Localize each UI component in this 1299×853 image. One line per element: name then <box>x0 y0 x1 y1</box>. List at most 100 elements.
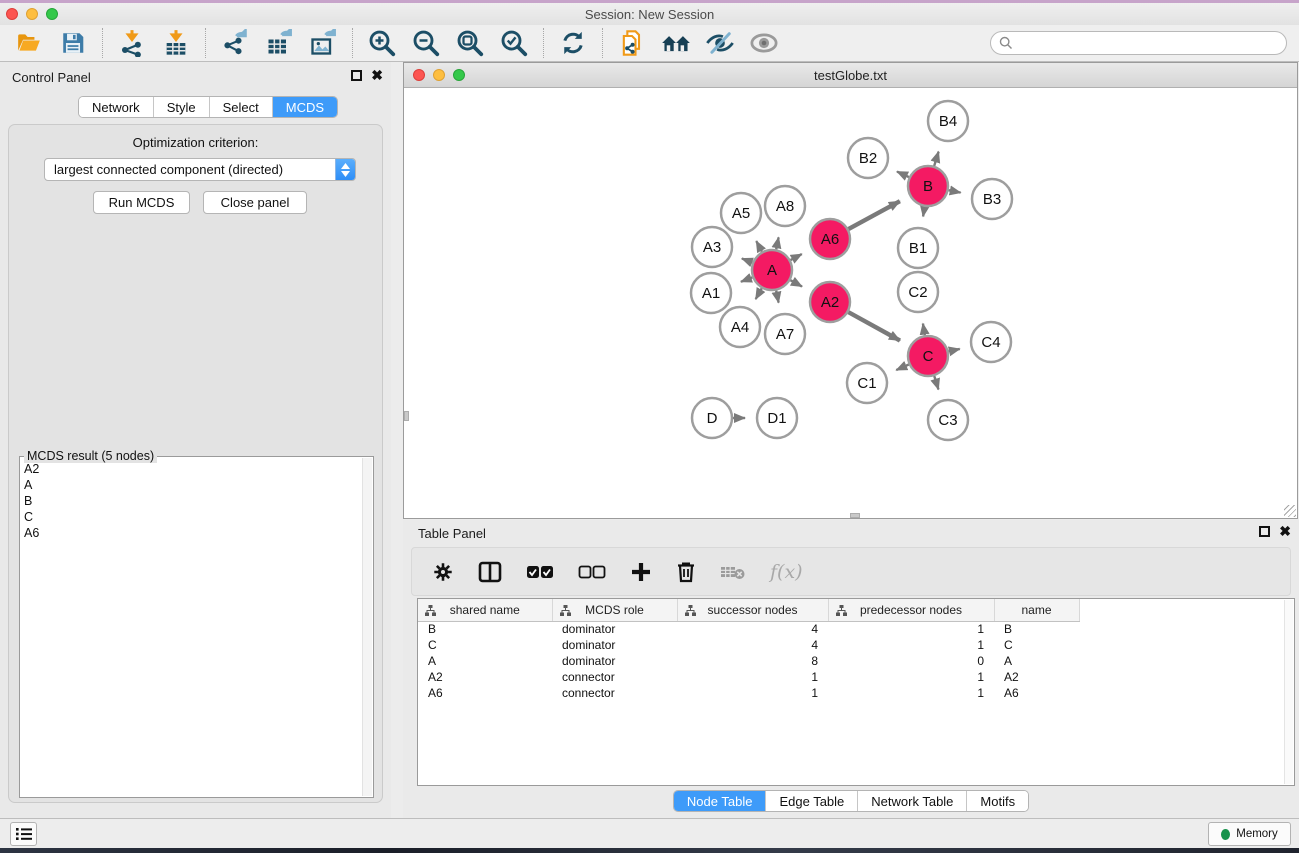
graph-edge-A-A8 <box>776 237 778 249</box>
close-panel-icon[interactable]: ✖ <box>371 70 383 81</box>
control-panel-tabs: Network Style Select MCDS <box>78 96 338 118</box>
float-table-panel-icon[interactable] <box>1259 526 1270 537</box>
result-list-item[interactable]: C <box>20 509 362 525</box>
desktop-strip-bottom <box>0 848 1299 853</box>
split-columns-icon[interactable] <box>478 561 502 583</box>
network-window-titlebar[interactable]: testGlobe.txt <box>404 63 1297 88</box>
table-cell: 8 <box>677 653 828 669</box>
mcds-result-list[interactable]: A2ABCA6 <box>20 461 362 795</box>
checked-columns-icon[interactable] <box>526 565 554 579</box>
table-cell: C <box>418 637 552 653</box>
table-panel-title: Table Panel <box>418 526 486 541</box>
result-list-item[interactable]: A <box>20 477 362 493</box>
table-row[interactable]: Bdominator41B <box>418 621 1099 637</box>
tab-node-table[interactable]: Node Table <box>674 791 767 811</box>
clone-network-icon[interactable] <box>615 28 649 58</box>
table-row[interactable]: A6connector11A6 <box>418 685 1099 701</box>
status-bar: Memory <box>0 818 1299 848</box>
delete-column-icon[interactable] <box>676 561 696 583</box>
graph-node-label-A6: A6 <box>821 231 839 248</box>
graph-node-label-C4: C4 <box>981 334 1000 351</box>
network-canvas[interactable]: AA1A2A3A4A5A6A7A8BB1B2B3B4CC1C2C3C4DD1 <box>404 88 1297 518</box>
tab-network[interactable]: Network <box>79 97 154 117</box>
column-header-predecessor-nodes[interactable]: predecessor nodes <box>828 599 994 621</box>
column-header-successor-nodes[interactable]: successor nodes <box>677 599 828 621</box>
graph-node-label-D1: D1 <box>767 410 786 427</box>
network-close-button[interactable] <box>413 69 425 81</box>
tab-mcds[interactable]: MCDS <box>273 97 337 117</box>
table-cell-empty <box>1079 653 1099 669</box>
refresh-icon[interactable] <box>556 28 590 58</box>
search-input[interactable] <box>1018 36 1278 50</box>
graph-node-label-B4: B4 <box>939 113 957 130</box>
export-network-icon[interactable] <box>218 28 252 58</box>
node-table: shared nameMCDS rolesuccessor nodesprede… <box>417 598 1295 786</box>
memory-button[interactable]: Memory <box>1208 822 1291 846</box>
result-list-item[interactable]: B <box>20 493 362 509</box>
export-table-icon[interactable] <box>262 28 296 58</box>
table-cell: 1 <box>677 685 828 701</box>
graph-edge-A-A5 <box>756 241 762 251</box>
search-icon <box>999 36 1013 50</box>
memory-label: Memory <box>1236 828 1278 840</box>
tab-select[interactable]: Select <box>210 97 273 117</box>
tab-network-table[interactable]: Network Table <box>858 791 967 811</box>
workspace: testGlobe.txt AA1A2A3A4A5A6A7A8BB1B2B3B4… <box>391 62 1299 818</box>
zoom-in-icon[interactable] <box>365 28 399 58</box>
save-session-icon[interactable] <box>56 28 90 58</box>
function-builder-icon[interactable]: f(x) <box>770 561 803 583</box>
close-table-panel-icon[interactable]: ✖ <box>1279 526 1291 537</box>
minimize-window-button[interactable] <box>26 8 38 20</box>
mcds-result-box: MCDS result (5 nodes) A2ABCA6 <box>19 456 374 798</box>
criterion-dropdown[interactable]: largest connected component (directed) <box>44 158 356 181</box>
control-panel-title: Control Panel <box>12 70 91 85</box>
splitter-grip-left[interactable] <box>404 411 409 421</box>
show-panels-icon[interactable] <box>747 28 781 58</box>
tab-edge-table[interactable]: Edge Table <box>766 791 858 811</box>
tab-style[interactable]: Style <box>154 97 210 117</box>
zoom-window-button[interactable] <box>46 8 58 20</box>
result-list-item[interactable]: A2 <box>20 461 362 477</box>
result-list-item[interactable]: A6 <box>20 525 362 541</box>
table-cell: 1 <box>828 621 994 637</box>
tab-motifs[interactable]: Motifs <box>967 791 1028 811</box>
gear-icon[interactable] <box>432 561 454 583</box>
resize-corner-icon[interactable] <box>1284 505 1296 517</box>
zoom-selected-icon[interactable] <box>497 28 531 58</box>
import-network-icon[interactable] <box>115 28 149 58</box>
table-row[interactable]: Cdominator41C <box>418 637 1099 653</box>
open-session-icon[interactable] <box>12 28 46 58</box>
column-header-MCDS-role[interactable]: MCDS role <box>552 599 677 621</box>
hide-panels-icon[interactable] <box>703 28 737 58</box>
node-table-header: shared nameMCDS rolesuccessor nodesprede… <box>418 599 1099 621</box>
zoom-fit-icon[interactable] <box>453 28 487 58</box>
graph-node-label-D: D <box>707 410 718 427</box>
export-image-icon[interactable] <box>306 28 340 58</box>
import-table-icon[interactable] <box>159 28 193 58</box>
graph-node-label-A2: A2 <box>821 294 839 311</box>
float-panel-icon[interactable] <box>351 70 362 81</box>
close-window-button[interactable] <box>6 8 18 20</box>
splitter-grip-bottom[interactable] <box>850 513 860 518</box>
home-layout-icon[interactable] <box>659 28 693 58</box>
network-zoom-button[interactable] <box>453 69 465 81</box>
add-column-icon[interactable] <box>630 561 652 583</box>
run-mcds-button[interactable]: Run MCDS <box>93 191 190 214</box>
table-cell-empty <box>1079 685 1099 701</box>
task-history-button[interactable] <box>10 822 37 846</box>
optimization-criterion-label: Optimization criterion: <box>9 135 382 150</box>
table-row[interactable]: A2connector11A2 <box>418 669 1099 685</box>
close-panel-button[interactable]: Close panel <box>203 191 307 214</box>
table-cell: B <box>994 621 1079 637</box>
delete-table-icon[interactable] <box>720 563 746 581</box>
result-scrollbar[interactable] <box>362 458 372 796</box>
window-titlebar: Session: New Session <box>0 3 1299 25</box>
table-scrollbar[interactable] <box>1284 600 1293 784</box>
search-field[interactable] <box>990 31 1287 55</box>
unchecked-columns-icon[interactable] <box>578 565 606 579</box>
network-minimize-button[interactable] <box>433 69 445 81</box>
table-row[interactable]: Adominator80A <box>418 653 1099 669</box>
zoom-out-icon[interactable] <box>409 28 443 58</box>
column-header-shared-name[interactable]: shared name <box>418 599 552 621</box>
column-header-name[interactable]: name <box>994 599 1079 621</box>
